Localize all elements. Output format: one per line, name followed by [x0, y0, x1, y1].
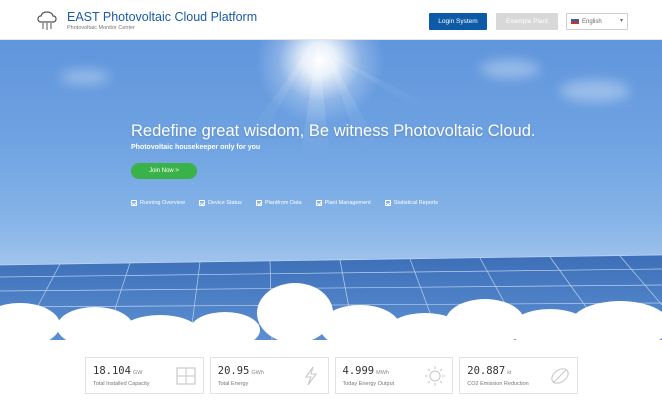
- solar-panel-field: [0, 254, 662, 340]
- stat-card-energy: 20.95 GWh Total Energy: [209, 357, 329, 394]
- stat-value: 4.999 MWh: [342, 365, 389, 377]
- feature-links: Running Overview Device Status Plantfrom…: [131, 198, 452, 208]
- feature-device-status[interactable]: Device Status: [198, 198, 242, 208]
- cloud-wisp: [480, 60, 540, 78]
- cloud-wisp: [60, 70, 110, 84]
- leaf-icon: [551, 368, 569, 384]
- feature-plantfrom-data[interactable]: Plantfrom Data: [255, 198, 302, 208]
- stat-card-co2: 20.887 kt CO2 Emission Reduction: [459, 357, 578, 394]
- feature-plant-management[interactable]: Plant Management: [315, 198, 371, 208]
- feature-label: Running Overview: [140, 200, 185, 206]
- hero-banner: Redefine great wisdom, Be witness Photov…: [0, 40, 662, 340]
- stat-card-today-output: 4.999 MWh Today Energy Output: [334, 357, 454, 394]
- stat-card-capacity: 18.104 GW Total Installed Capacity: [85, 357, 204, 394]
- stat-value: 18.104 GW: [93, 365, 143, 377]
- grid-panel-icon: [176, 367, 196, 385]
- brand-subtitle: Photovoltaic Monitor Center: [67, 25, 135, 31]
- top-header: EAST Photovoltaic Cloud Platform Photovo…: [0, 0, 662, 40]
- feature-running-overview[interactable]: Running Overview: [131, 198, 185, 208]
- checkbox-icon: [384, 200, 391, 206]
- stat-label: Total Energy: [217, 381, 249, 387]
- feature-statistical-reports[interactable]: Statistical Reports: [384, 198, 439, 208]
- checkbox-icon: [198, 200, 205, 206]
- language-select[interactable]: English ▾: [566, 13, 628, 30]
- feature-label: Plantfrom Data: [264, 200, 302, 206]
- language-label: English: [582, 18, 602, 25]
- feature-label: Statistical Reports: [393, 200, 439, 206]
- flag-icon: [571, 19, 579, 24]
- stat-value: 20.95 GWh: [217, 365, 264, 377]
- stats-bar: 18.104 GW Total Installed Capacity 20.95 G…: [85, 357, 578, 394]
- chevron-down-icon: ▾: [619, 18, 623, 24]
- join-now-button[interactable]: Join Now >: [131, 163, 197, 179]
- stat-label: Today Energy Output: [342, 381, 395, 387]
- checkbox-icon: [315, 200, 322, 206]
- stat-label: CO2 Emission Reduction: [467, 381, 529, 387]
- stat-value: 20.887 kt: [467, 365, 512, 377]
- hero-subtitle: Photovoltaic housekeeper only for you: [131, 144, 261, 151]
- cloud-wisp: [560, 80, 630, 102]
- feature-label: Plant Management: [324, 200, 371, 206]
- sun-icon: [425, 366, 446, 386]
- checkbox-icon: [131, 200, 137, 206]
- example-plant-button[interactable]: Example Plant: [496, 13, 558, 30]
- lightning-icon: [304, 366, 317, 386]
- cloud-logo-icon: [37, 11, 57, 30]
- checkbox-icon: [255, 200, 262, 206]
- brand-title: EAST Photovoltaic Cloud Platform: [67, 10, 258, 24]
- stat-label: Total Installed Capacity: [93, 381, 150, 387]
- login-system-button[interactable]: Login System: [429, 13, 487, 30]
- feature-label: Device Status: [207, 200, 242, 206]
- hero-title: Redefine great wisdom, Be witness Photov…: [131, 122, 536, 140]
